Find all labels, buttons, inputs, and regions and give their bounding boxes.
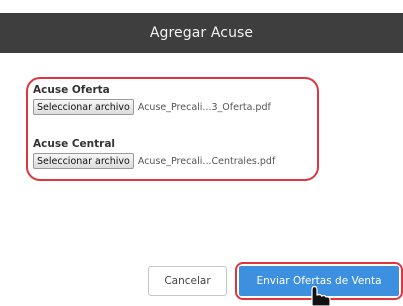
cancel-button[interactable]: Cancelar (148, 266, 227, 296)
file-input-acuse-oferta: Seleccionar archivo Acuse_Precali...3_Of… (33, 99, 271, 115)
select-file-button-central[interactable]: Seleccionar archivo (33, 153, 134, 169)
file-input-acuse-central: Seleccionar archivo Acuse_Precali...Cent… (33, 153, 275, 169)
dialog-title: Agregar Acuse (149, 25, 254, 41)
field-label-acuse-central: Acuse Central (33, 138, 116, 150)
dialog-header: Agregar Acuse (0, 13, 403, 53)
file-name-oferta: Acuse_Precali...3_Oferta.pdf (137, 101, 271, 113)
field-label-acuse-oferta: Acuse Oferta (33, 84, 110, 96)
file-name-central: Acuse_Precali...Centrales.pdf (137, 155, 276, 167)
select-file-button-oferta[interactable]: Seleccionar archivo (33, 99, 134, 115)
hand-pointer-icon (311, 285, 331, 306)
